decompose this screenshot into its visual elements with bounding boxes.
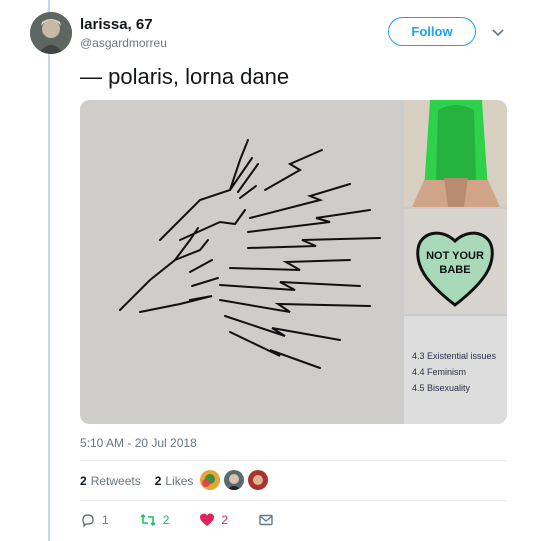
likes-count: 2 <box>154 474 162 488</box>
toc-item: 4.3 Existential issues <box>412 351 497 361</box>
divider <box>80 460 507 461</box>
direct-message-button[interactable] <box>258 512 274 528</box>
media-grid[interactable]: NOT YOUR BABE 4.3 Existential issues 4.4… <box>80 100 507 424</box>
tweet-text: — polaris, lorna dane <box>80 64 290 89</box>
retweet-button[interactable]: 2 <box>139 512 170 528</box>
user-name[interactable]: larissa, 67 <box>80 16 153 33</box>
toc-list: 4.3 Existential issues 4.4 Feminism 4.5 … <box>412 348 496 396</box>
likes-label: Likes <box>165 474 194 488</box>
retweet-icon <box>140 513 156 527</box>
reply-button[interactable]: 1 <box>80 512 109 528</box>
tweet-stats: 2 Retweets 2 Likes <box>80 474 207 488</box>
heart-text-line2: BABE <box>439 264 470 276</box>
hands-lightning-drawing[interactable] <box>80 100 402 424</box>
heart-icon <box>200 513 215 526</box>
table-of-contents-image[interactable]: 4.3 Existential issues 4.4 Feminism 4.5 … <box>404 316 507 424</box>
likes-stat[interactable]: 2 Likes <box>155 474 194 488</box>
liker-avatar[interactable] <box>200 470 220 490</box>
heart-text-line1: NOT YOUR <box>426 250 484 262</box>
retweets-stat[interactable]: 2 Retweets <box>80 474 141 488</box>
retweet-count: 2 <box>162 513 170 527</box>
green-hair-photo[interactable] <box>404 100 507 207</box>
like-button[interactable]: 2 <box>199 512 228 528</box>
liker-avatar[interactable] <box>248 470 268 490</box>
retweets-count: 2 <box>80 474 87 488</box>
tweet-actions: 1 2 2 <box>80 512 304 528</box>
liker-avatars <box>200 470 272 490</box>
liker-avatar[interactable] <box>224 470 244 490</box>
retweets-label: Retweets <box>90 474 141 488</box>
toc-item: 4.4 Feminism <box>412 367 467 377</box>
user-handle[interactable]: @asgardmorreu <box>80 36 167 50</box>
reply-count: 1 <box>102 513 109 527</box>
chevron-down-icon[interactable] <box>490 24 506 40</box>
envelope-icon <box>259 514 273 526</box>
follow-button[interactable]: Follow <box>388 17 476 46</box>
toc-item: 4.5 Bisexuality <box>412 383 471 393</box>
not-your-babe-heart[interactable]: NOT YOUR BABE <box>404 209 507 314</box>
reply-icon <box>82 514 94 528</box>
tweet-timestamp[interactable]: 5:10 AM - 20 Jul 2018 <box>80 436 197 450</box>
like-count: 2 <box>221 513 229 527</box>
avatar[interactable] <box>30 12 72 54</box>
thread-line <box>48 0 50 541</box>
divider <box>80 500 507 501</box>
